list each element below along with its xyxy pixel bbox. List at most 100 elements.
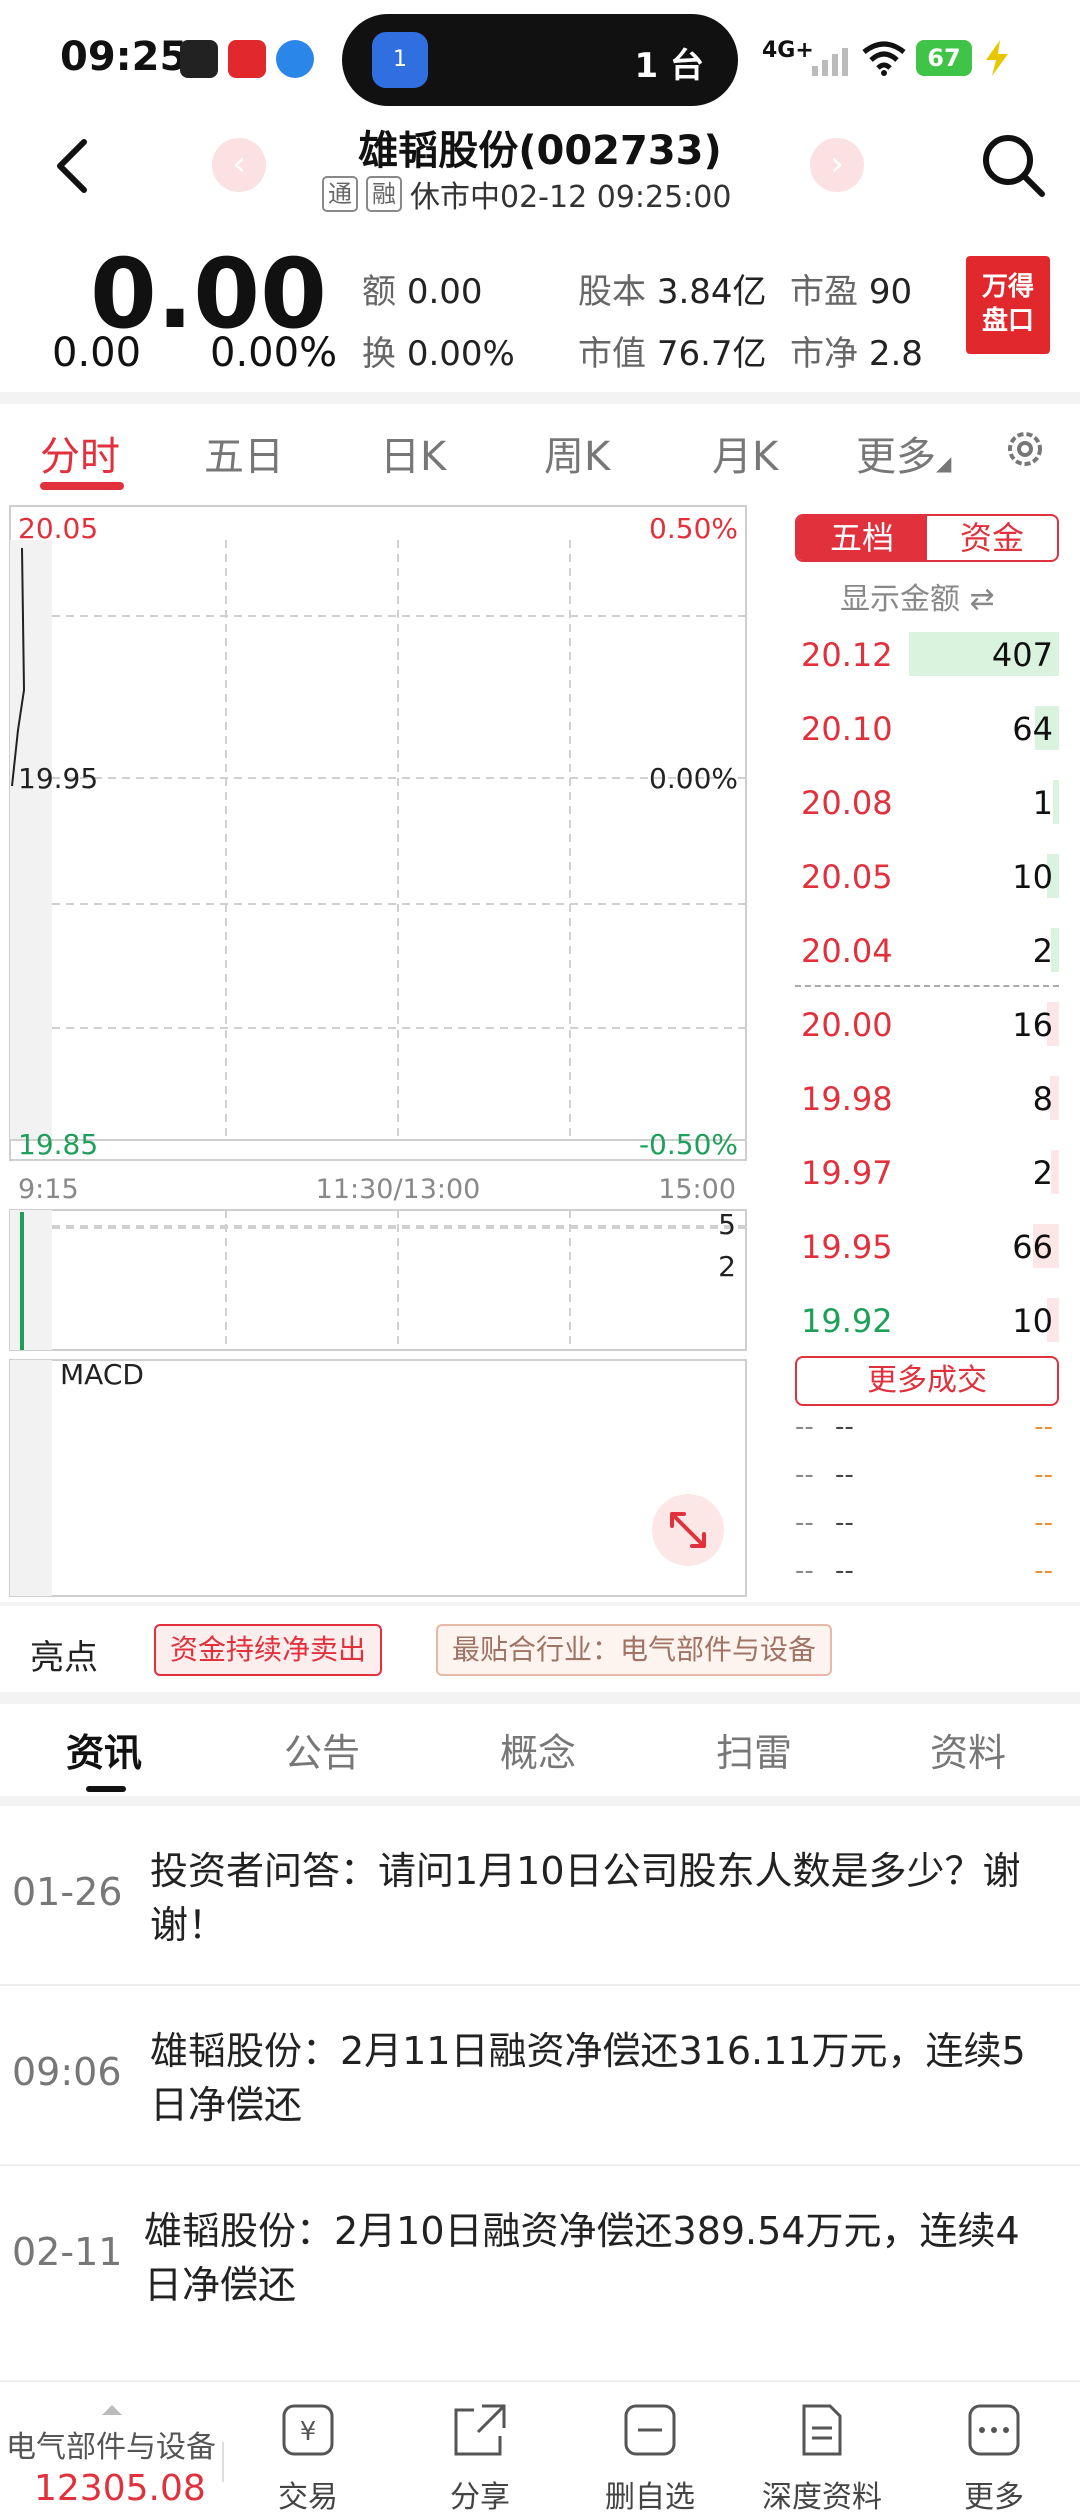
share-label: 分享 [450,2480,510,2515]
ask-row[interactable]: 20.04 2 [795,926,1059,974]
network-type: 4G+ [762,38,814,63]
bottom-toolbar: 电气部件与设备 12305.08 ¥ 交易 分享 删自选 深度资料 更多 [0,2380,1080,2520]
remove-watchlist-label: 删自选 [605,2480,695,2515]
tab-monthly-k[interactable]: 月K [712,424,778,482]
highlight-tag-industry[interactable]: 最贴合行业：电气部件与设备 [436,1624,833,1676]
ask-row[interactable]: 20.08 1 [795,778,1059,826]
tab-profile[interactable]: 资料 [930,1722,1006,1777]
tab-news[interactable]: 资讯 [66,1722,142,1777]
expand-up-icon[interactable] [100,2400,124,2415]
order-price: 20.12 [801,636,893,674]
trade-button[interactable]: ¥ 交易 [238,2402,378,2516]
tab-announcements[interactable]: 公告 [284,1722,360,1777]
news-title: 雄韬股份：2月11日融资净偿还316.11万元，连续5日净偿还 [150,2029,1026,2127]
order-price: 19.97 [801,1154,893,1192]
tab-concepts[interactable]: 概念 [500,1722,576,1777]
industry-index-value: 12305.08 [34,2468,206,2509]
tab-five-level[interactable]: 五档 [797,516,927,560]
time-axis-mid: 11:30/13:00 [316,1174,481,1205]
tab-weekly-k[interactable]: 周K [544,424,610,482]
pct-axis-low: -0.50% [639,1128,738,1161]
bid-row[interactable]: 19.95 66 [795,1222,1059,1270]
deep-info-label: 深度资料 [762,2480,882,2515]
order-volume: 66 [1012,1228,1053,1266]
highlights-label: 亮点 [30,1638,98,1678]
trade-row: -- -- -- [795,1412,1053,1442]
triangle-down-icon: ◢ [936,451,952,475]
stat-amount: 额 0.00 [362,272,483,312]
news-title: 投资者问答：请问1月10日公司股东人数是多少？谢谢！ [150,1849,1021,1947]
industry-index-name[interactable]: 电气部件与设备 [6,2422,216,2466]
highlight-tag-fund-outflow[interactable]: 资金持续净卖出 [154,1624,383,1676]
order-volume: 8 [1032,1080,1053,1118]
price-change-percent: 0.00% [210,330,338,376]
signal-icon [812,48,848,76]
bid-row[interactable]: 20.00 16 [795,1000,1059,1048]
bid-row[interactable]: 19.92 10 [795,1296,1059,1344]
more-trades-button[interactable]: 更多成交 [795,1356,1059,1406]
tab-risk-scan[interactable]: 扫雷 [716,1722,792,1777]
show-amount-toggle[interactable]: 显示金额 ⇄ [840,574,995,618]
wind-orderbook-logo[interactable]: 万得 盘口 [966,256,1050,354]
search-icon[interactable] [978,130,1048,200]
battery-icon: 67 [916,40,972,76]
orderbook-tabs: 五档 资金 [795,514,1059,562]
active-news-tab-indicator [86,1786,126,1792]
order-volume: 10 [1012,858,1053,896]
news-item[interactable]: 09:06 雄韬股份：2月11日融资净偿还316.11万元，连续5日净偿还 [0,1986,1080,2166]
tab-five-day[interactable]: 五日 [204,424,284,482]
news-item[interactable]: 01-26 投资者问答：请问1月10日公司股东人数是多少？谢谢！ [0,1806,1080,1986]
more-button[interactable]: 更多 [924,2402,1064,2516]
ask-row[interactable]: 20.10 64 [795,704,1059,752]
news-title: 雄韬股份：2月10日融资净偿还389.54万元，连续4日净偿还 [144,2209,1020,2307]
remove-icon [624,2404,676,2456]
tab-more-label: 更多 [856,434,936,480]
intraday-chart[interactable]: 20.05 0.50% 19.95 0.00% 19.85 -0.50% 9:1… [0,500,760,1610]
news-item[interactable]: 02-11 雄韬股份：2月10日融资净偿还389.54万元，连续4日净偿还 [0,2166,1080,2346]
charging-icon [986,40,1008,76]
share-button[interactable]: 分享 [410,2402,550,2516]
order-price: 20.10 [801,710,893,748]
price-axis-low: 19.85 [18,1128,98,1161]
divider [0,1796,1080,1806]
time-axis-start: 9:15 [18,1174,79,1205]
bid-row[interactable]: 19.97 2 [795,1148,1059,1196]
volume-axis-high: 5 [718,1208,736,1241]
order-volume: 10 [1012,1302,1053,1340]
order-volume: 2 [1032,1154,1053,1192]
island-text: 1 台 [634,46,705,86]
broadcast-icon: 1 [372,32,428,88]
dynamic-island[interactable]: 1 1 台 [342,14,738,106]
next-stock-button[interactable]: › [810,138,864,192]
macd-label: MACD [60,1358,144,1391]
app-notification-icon [180,40,218,78]
share-icon [454,2404,506,2456]
logo-line2: 盘口 [981,306,1034,336]
ask-row[interactable]: 20.05 10 [795,852,1059,900]
gear-icon[interactable] [1002,426,1048,472]
status-bar: 09:25 1 1 台 4G+ 67 [0,0,1080,120]
tab-more[interactable]: 更多◢ [856,424,951,482]
stat-pe: 市盈 90 [790,272,913,312]
bid-row[interactable]: 19.98 8 [795,1074,1059,1122]
divider [0,392,1080,404]
news-date: 02-11 [12,2230,123,2274]
app-notification-icon [228,40,266,78]
document-icon [802,2404,842,2456]
wifi-icon [862,41,906,76]
ask-row[interactable]: 20.12 407 [795,630,1059,678]
time-axis-end: 15:00 [658,1174,736,1205]
stat-pb: 市净 2.8 [790,334,923,374]
order-price: 19.92 [801,1302,893,1340]
price-change: 0.00 [52,330,142,376]
order-volume: 1 [1032,784,1053,822]
order-volume: 2 [1032,932,1053,970]
tab-fund-flow[interactable]: 资金 [927,516,1057,560]
tab-daily-k[interactable]: 日K [380,424,446,482]
trade-label: 交易 [278,2480,338,2515]
deep-info-button[interactable]: 深度资料 [752,2402,892,2516]
orderbook-divider [795,985,1059,987]
remove-watchlist-button[interactable]: 删自选 [580,2402,720,2516]
price-axis-high: 20.05 [18,512,98,545]
tab-intraday[interactable]: 分时 [40,424,120,482]
